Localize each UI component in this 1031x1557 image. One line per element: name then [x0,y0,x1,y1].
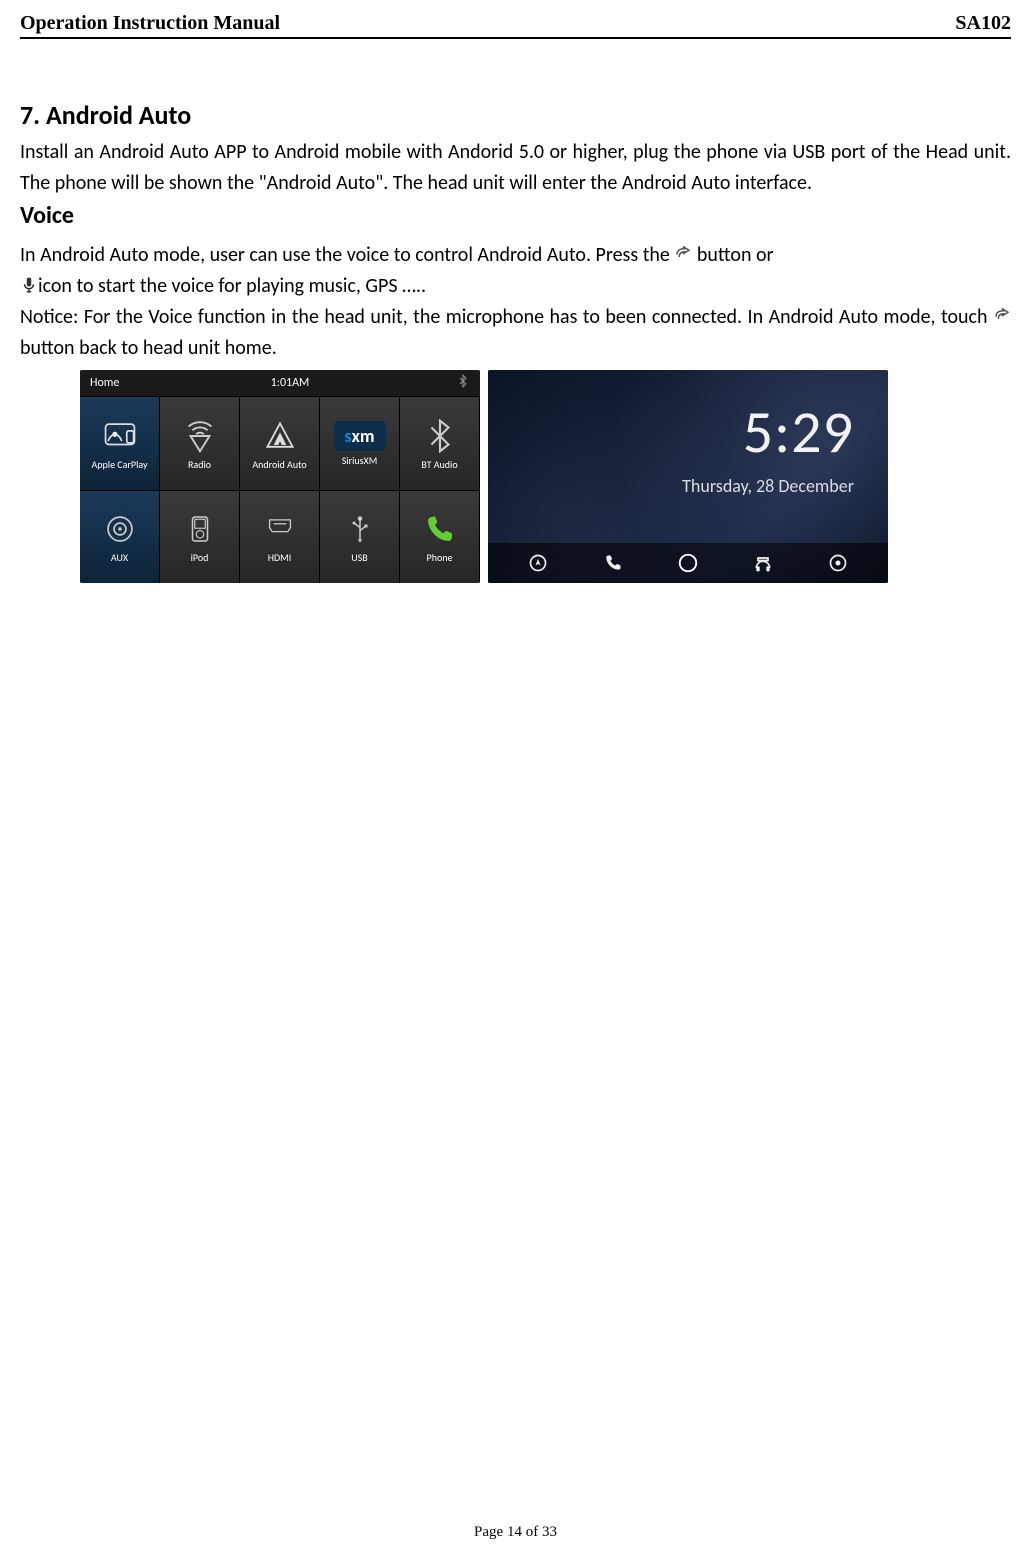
voice-paragraph: In Android Auto mode, user can use the v… [20,240,1011,302]
aa-bottom-nav [488,543,888,583]
voice-text-1: In Android Auto mode, user can use the v… [20,243,674,267]
hdmi-icon [261,510,299,548]
nav-home-icon[interactable] [675,550,701,576]
nav-music-icon[interactable] [750,550,776,576]
hu-label: Phone [427,552,453,563]
headunit-screenshot: Home 1:01AM Apple CarPlay [80,370,480,583]
hu-label: Apple CarPlay [91,459,147,470]
hu-clock: 1:01AM [150,376,430,390]
hu-cell-aux[interactable]: AUX [80,490,160,584]
bt-audio-icon [421,417,459,455]
headunit-grid: Apple CarPlay Radio Android Auto sxm [80,396,480,583]
intro-paragraph: Install an Android Auto APP to Android m… [20,137,1011,199]
hu-cell-apple-carplay[interactable]: Apple CarPlay [80,396,160,490]
notice-text-2: button back to head unit home. [20,336,277,360]
voice-arrow-icon [674,245,692,263]
microphone-icon [20,276,38,294]
nav-exit-icon[interactable] [825,550,851,576]
hu-cell-bt-audio[interactable]: BT Audio [400,396,480,490]
aux-icon [101,510,139,548]
screenshot-row: Home 1:01AM Apple CarPlay [80,370,1011,583]
hu-cell-usb[interactable]: USB [320,490,400,584]
hu-label: Android Auto [252,459,306,470]
aa-date: Thursday, 28 December [682,475,854,497]
header-left: Operation Instruction Manual [20,12,280,35]
hu-cell-android-auto[interactable]: Android Auto [240,396,320,490]
hu-label: Radio [188,459,211,470]
hu-label: SiriusXM [342,455,378,466]
hu-label: HDMI [268,552,291,563]
aa-clock-block: 5:29 Thursday, 28 December [488,370,888,543]
voice-arrow-icon [993,307,1011,325]
hu-cell-phone[interactable]: Phone [400,490,480,584]
nav-phone-icon[interactable] [600,550,626,576]
apple-carplay-icon [101,417,139,455]
ipod-icon [181,510,219,548]
hu-cell-hdmi[interactable]: HDMI [240,490,320,584]
voice-text-3: icon to start the voice for playing musi… [38,274,426,298]
section-title: 7. Android Auto [20,99,1011,131]
nav-maps-icon[interactable] [525,550,551,576]
page-header: Operation Instruction Manual SA102 [20,12,1011,39]
android-auto-screenshot: 5:29 Thursday, 28 December [488,370,888,583]
hu-home-label: Home [80,376,150,390]
voice-text-2: button or [697,243,774,267]
headunit-status-bar: Home 1:01AM [80,370,480,396]
hu-label: AUX [111,552,128,563]
header-right: SA102 [955,12,1011,35]
notice-paragraph: Notice: For the Voice function in the he… [20,302,1011,364]
bluetooth-icon [430,374,480,392]
aa-time: 5:29 [743,403,854,463]
android-auto-icon [261,417,299,455]
hu-cell-siriusxm[interactable]: sxm SiriusXM [320,396,400,490]
hu-label: iPod [191,552,209,563]
page-footer: Page 14 of 33 [0,1524,1031,1541]
siriusxm-icon: sxm [334,421,386,451]
section-name: Android Auto [46,99,191,131]
section-number: 7. [20,99,40,131]
usb-icon [341,510,379,548]
radio-icon [181,417,219,455]
phone-icon [421,510,459,548]
voice-heading: Voice [20,201,1011,230]
hu-label: BT Audio [421,459,457,470]
notice-text-1: Notice: For the Voice function in the he… [20,305,993,329]
hu-cell-ipod[interactable]: iPod [160,490,240,584]
hu-label: USB [351,552,367,563]
hu-cell-radio[interactable]: Radio [160,396,240,490]
